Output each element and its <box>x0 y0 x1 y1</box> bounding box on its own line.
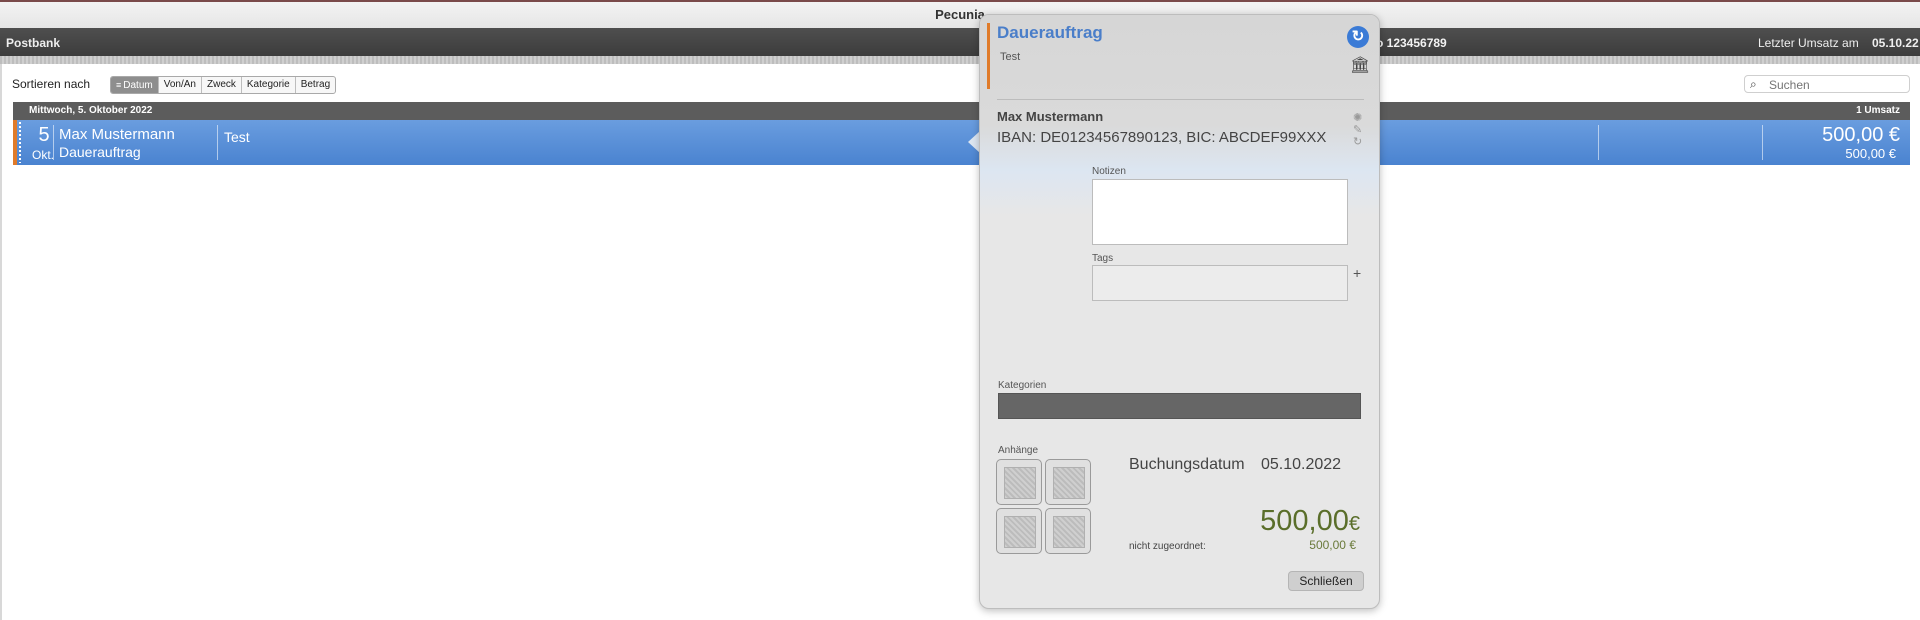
sort-option-von-an[interactable]: Von/An <box>159 77 202 93</box>
sort-option-betrag[interactable]: Betrag <box>296 77 335 93</box>
notes-textarea[interactable] <box>1092 179 1348 245</box>
account-bar: Postbank o 123456789 Letzter Umsatz am 0… <box>0 28 1920 56</box>
transaction-amount-secondary: 500,00 € <box>1845 146 1896 161</box>
column-separator <box>53 125 54 160</box>
bank-building-icon: 🏛 <box>1350 57 1371 74</box>
unassigned-value: 500,00 € <box>1309 538 1356 552</box>
categories-label: Kategorien <box>998 380 1047 391</box>
group-count: 1 Umsatz <box>1856 105 1900 116</box>
booking-date-value: 05.10.2022 <box>1261 456 1342 473</box>
transaction-amount: 500,00 € <box>1822 124 1900 146</box>
sort-option-datum[interactable]: ≡ Datum <box>111 77 159 93</box>
category-assignment-bar[interactable] <box>998 393 1361 419</box>
transaction-color-marker <box>13 120 17 165</box>
group-date: Mittwoch, 5. Oktober 2022 <box>29 105 153 116</box>
tags-field[interactable] <box>1092 265 1348 301</box>
attachment-slot[interactable] <box>996 508 1042 554</box>
column-separator <box>217 125 218 160</box>
window-title-bar: Pecunia <box>0 0 1920 28</box>
booking-date-label: Buchungsdatum <box>1129 456 1245 473</box>
sort-option-kategorie[interactable]: Kategorie <box>242 77 296 93</box>
attachment-slot[interactable] <box>996 459 1042 505</box>
popover-subtitle: Test <box>1000 51 1021 63</box>
notes-label: Notizen <box>1092 166 1126 177</box>
list-left-border <box>0 64 2 620</box>
window-title: Pecunia <box>935 7 985 22</box>
repeat-icon[interactable]: ↻ <box>1353 135 1362 148</box>
attachments-label: Anhänge <box>998 445 1039 456</box>
toolbar-divider <box>0 56 1920 64</box>
unassigned-label: nicht zugeordnet: <box>1129 541 1206 552</box>
transaction-month: Okt. <box>31 148 54 162</box>
transaction-purpose: Test <box>224 129 250 145</box>
transaction-detail-popover: Dauerauftrag Test ↻ 🏛 Max Mustermann IBA… <box>979 14 1380 609</box>
popover-iban-bic: IBAN: DE01234567890123, BIC: ABCDEF99XXX <box>997 129 1327 146</box>
close-button[interactable]: Schließen <box>1288 571 1364 591</box>
date-group-header: Mittwoch, 5. Oktober 2022 1 Umsatz <box>13 102 1910 120</box>
account-number: o 123456789 <box>1376 36 1447 50</box>
sort-descending-icon: ≡ <box>116 80 122 90</box>
calendar-perforation <box>19 122 21 163</box>
bank-name: Postbank <box>6 36 61 50</box>
transaction-row[interactable]: 5 Okt. Max Mustermann Dauerauftrag Test … <box>13 120 1910 165</box>
popover-counterparty: Max Mustermann <box>997 109 1104 124</box>
popover-amount: 500,00€ <box>1260 505 1360 538</box>
last-turnover-label: Letzter Umsatz am <box>1758 36 1859 50</box>
attachment-slot[interactable] <box>1045 459 1091 505</box>
sort-option-zweck[interactable]: Zweck <box>202 77 242 93</box>
transaction-type: Dauerauftrag <box>59 144 141 160</box>
popover-amount-currency: € <box>1348 513 1360 535</box>
column-separator <box>1762 125 1763 160</box>
tags-label: Tags <box>1092 253 1114 264</box>
last-turnover-value: 05.10.22 <box>1872 36 1919 50</box>
standing-order-refresh-icon[interactable]: ↻ <box>1347 26 1369 48</box>
sort-option-label: Datum <box>123 80 153 91</box>
transaction-counterparty: Max Mustermann <box>59 126 175 143</box>
attachment-slot[interactable] <box>1045 508 1091 554</box>
search-field[interactable]: ⌕ <box>1744 75 1910 93</box>
search-icon: ⌕ <box>1750 77 1757 91</box>
popover-divider <box>997 99 1364 100</box>
popover-color-marker <box>987 23 990 89</box>
popover-amount-value: 500,00 <box>1260 505 1349 537</box>
search-input[interactable] <box>1767 77 1907 93</box>
popover-title: Dauerauftrag <box>997 23 1103 42</box>
sort-segmented-control: ≡ Datum Von/An Zweck Kategorie Betrag <box>110 76 337 94</box>
sort-label: Sortieren nach <box>12 77 91 91</box>
add-tag-icon[interactable]: + <box>1353 265 1361 281</box>
column-separator <box>1598 125 1599 160</box>
